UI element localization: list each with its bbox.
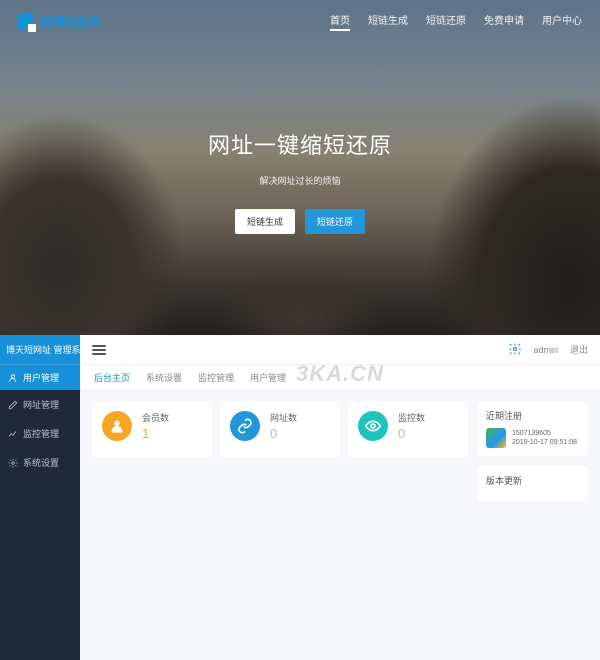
top-nav: 短网址生成 首页 短链生成 短链还原 免费申请 用户中心 [0,0,600,43]
recent-user-row[interactable]: 1507139605 2019-10-17 09:51:08 [486,428,580,448]
tab-users[interactable]: 用户管理 [250,371,286,384]
tab-monitor[interactable]: 监控管理 [198,371,234,384]
hero-title: 网址一键缩短还原 [0,128,600,160]
main-area: admin 退出 后台主页 系统设置 监控管理 用户管理 3KA.CN 会员数 … [80,335,600,660]
content: 会员数 1 网址数 0 监控数 0 [80,391,600,660]
logo-text: 短网址生成 [40,13,100,30]
topbar-right: admin 退出 [509,343,588,357]
btn-restore[interactable]: 短链还原 [305,209,365,234]
tab-settings[interactable]: 系统设置 [146,371,182,384]
admin-panel: 博天短网址 管理系统 用户管理 网址管理 监控管理 系统设置 admin 退出 [0,335,600,660]
sidebar-item-label: 监控管理 [23,427,59,440]
logo-icon [18,14,34,30]
nav-links: 首页 短链生成 短链还原 免费申请 用户中心 [330,12,582,31]
tab-bar: 后台主页 系统设置 监控管理 用户管理 3KA.CN [80,365,600,391]
user-icon [8,373,18,383]
card-label: 网址数 [270,411,297,424]
sidebar-item-label: 网址管理 [23,398,59,411]
stat-cards: 会员数 1 网址数 0 监控数 0 [92,401,468,650]
settings-icon[interactable] [509,343,521,357]
nav-restore[interactable]: 短链还原 [426,12,466,31]
sidebar-section-users[interactable]: 用户管理 [0,364,80,390]
panel-version: 版本更新 [478,466,588,501]
recent-user-info: 1507139605 2019-10-17 09:51:08 [512,429,577,447]
hero-subtitle: 解决网址过长的烦恼 [0,174,600,187]
nav-shorten[interactable]: 短链生成 [368,12,408,31]
tab-dashboard[interactable]: 后台主页 [94,371,130,384]
card-label: 会员数 [142,411,169,424]
card-members: 会员数 1 [92,401,212,457]
person-icon [102,411,132,441]
card-urls: 网址数 0 [220,401,340,457]
gear-icon [8,458,18,468]
recent-user-time: 2019-10-17 09:51:08 [512,438,577,447]
panel-title: 近期注册 [486,409,580,422]
topbar-logout[interactable]: 退出 [570,343,588,356]
nav-user[interactable]: 用户中心 [542,12,582,31]
nav-apply[interactable]: 免费申请 [484,12,524,31]
panel-title: 版本更新 [486,474,580,487]
logo[interactable]: 短网址生成 [18,13,100,30]
watermark-text: 3KA.CN [296,361,384,387]
sidebar-item-monitor[interactable]: 监控管理 [0,419,80,448]
topbar-username[interactable]: admin [533,345,558,355]
panel-recent: 近期注册 1507139605 2019-10-17 09:51:08 [478,401,588,456]
nav-home[interactable]: 首页 [330,12,350,31]
card-value: 1 [142,426,169,441]
btn-shorten[interactable]: 短链生成 [235,209,295,234]
chart-icon [8,429,18,439]
eye-icon [358,411,388,441]
hero-section: 短网址生成 首页 短链生成 短链还原 免费申请 用户中心 网址一键缩短还原 解决… [0,0,600,335]
hero-center: 网址一键缩短还原 解决网址过长的烦恼 短链生成 短链还原 [0,43,600,234]
card-monitor: 监控数 0 [348,401,468,457]
sidebar-item-label: 系统设置 [23,456,59,469]
pencil-icon [8,400,18,410]
link-icon [230,411,260,441]
card-value: 0 [270,426,297,441]
sidebar-section-label: 用户管理 [23,371,59,384]
recent-user-id: 1507139605 [512,429,577,438]
sidebar: 博天短网址 管理系统 用户管理 网址管理 监控管理 系统设置 [0,335,80,660]
hamburger-icon[interactable] [92,345,106,355]
card-label: 监控数 [398,411,425,424]
card-value: 0 [398,426,425,441]
avatar [486,428,506,448]
topbar: admin 退出 [80,335,600,365]
sidebar-item-urls[interactable]: 网址管理 [0,390,80,419]
hero-buttons: 短链生成 短链还原 [0,209,600,234]
sidebar-item-settings[interactable]: 系统设置 [0,448,80,477]
right-panels: 近期注册 1507139605 2019-10-17 09:51:08 版本更新 [478,401,588,650]
sidebar-brand: 博天短网址 管理系统 [0,335,80,364]
